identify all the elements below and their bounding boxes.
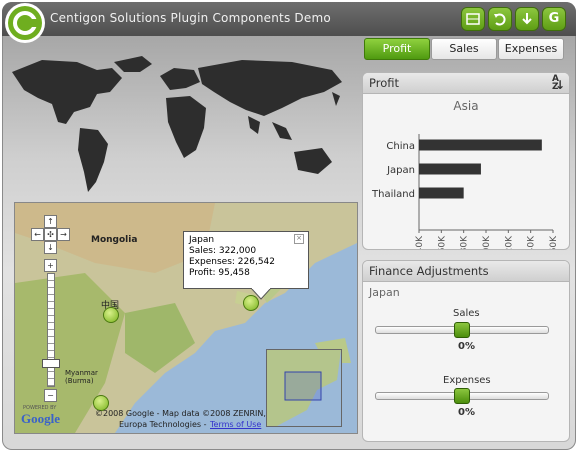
google-map[interactable]: Mongolia 中国 Myanmar (Burma) Japan Sales:… <box>14 202 358 434</box>
tab-expenses[interactable]: Expenses <box>498 38 564 60</box>
g-icon[interactable]: G <box>543 8 565 30</box>
title-bar: Centigon Solutions Plugin Components Dem… <box>2 2 576 40</box>
popup-expenses: Expenses: 226,542 <box>189 257 275 267</box>
tab-profit[interactable]: Profit <box>364 38 430 60</box>
pan-down-button[interactable]: ↓ <box>44 241 57 254</box>
app-window: Centigon Solutions Plugin Components Dem… <box>2 2 576 450</box>
popup-close-icon[interactable]: × <box>294 234 304 244</box>
bar-china <box>419 139 542 151</box>
zoom-in-button[interactable]: + <box>44 259 57 272</box>
chart-title: Asia <box>453 99 478 113</box>
x-tick-label: 40K <box>415 235 425 250</box>
expenses-slider-label: Expenses <box>443 375 491 386</box>
popup-pointer <box>251 288 271 300</box>
download-icon[interactable] <box>516 8 538 30</box>
tab-sales[interactable]: Sales <box>431 38 497 60</box>
sales-slider-label: Sales <box>453 308 480 319</box>
pan-right-button[interactable]: → <box>57 228 70 241</box>
zoom-out-button[interactable]: − <box>44 389 57 402</box>
bar-label-japan: Japan <box>386 165 415 176</box>
world-map <box>2 32 357 202</box>
map-label-mongolia: Mongolia <box>91 235 138 245</box>
x-tick-label: 60K <box>437 235 447 250</box>
sales-slider-handle[interactable] <box>454 322 470 338</box>
bar-thailand <box>419 187 464 199</box>
zoom-slider-track[interactable] <box>47 273 55 387</box>
expenses-slider-handle[interactable] <box>454 388 470 404</box>
popup-profit: Profit: 95,458 <box>189 268 250 278</box>
pan-up-button[interactable]: ↑ <box>44 215 57 228</box>
finance-adjustments-panel: Finance Adjustments Japan Sales 0% Expen… <box>362 260 570 442</box>
map-copyright-2: Europa Technologies - <box>119 420 207 429</box>
grid-icon[interactable] <box>462 8 484 30</box>
profit-panel-title: Profit <box>369 76 399 90</box>
finance-panel-title: Finance Adjustments <box>369 264 489 278</box>
map-label-myanmar: Myanmar (Burma) <box>65 369 98 385</box>
x-tick-label: 160K <box>549 235 559 250</box>
map-marker-china[interactable] <box>103 307 119 323</box>
profit-panel-header: Profit AZ ↓ <box>363 73 569 94</box>
x-tick-label: 120K <box>504 235 514 250</box>
refresh-icon[interactable] <box>489 8 511 30</box>
google-logo: Google <box>21 411 60 426</box>
finance-region-label: Japan <box>369 286 400 299</box>
x-tick-label: 80K <box>460 235 470 250</box>
popup-sales: Sales: 322,000 <box>189 246 257 256</box>
x-tick-label: 100K <box>482 235 492 250</box>
pan-left-button[interactable]: ← <box>31 228 44 241</box>
sort-arrow-icon: ↓ <box>554 78 565 92</box>
pan-center-button[interactable]: ✣ <box>44 228 57 241</box>
bar-label-china: China <box>386 141 415 152</box>
terms-of-use-link[interactable]: Terms of Use <box>210 420 261 429</box>
profit-panel: Profit AZ ↓ Asia China Japan Thailand 40K 60K… <box>362 72 570 250</box>
finance-panel-header: Finance Adjustments <box>363 261 569 282</box>
map-overview-inset[interactable] <box>266 349 342 427</box>
bar-label-thailand: Thailand <box>371 189 415 200</box>
zoom-slider-handle[interactable] <box>42 359 60 368</box>
expenses-slider-value: 0% <box>458 407 475 418</box>
x-tick-label: 140K <box>527 235 537 250</box>
map-info-popup: Japan Sales: 322,000 Expenses: 226,542 P… <box>183 231 309 289</box>
app-title: Centigon Solutions Plugin Components Dem… <box>50 11 331 25</box>
bar-japan <box>419 163 481 175</box>
sales-slider-value: 0% <box>458 341 475 352</box>
map-copyright: ©2008 Google - Map data ©2008 ZENRIN, <box>95 409 266 418</box>
popup-country: Japan <box>189 235 215 245</box>
profit-bar-chart: Asia China Japan Thailand 40K 60K 80K 100K 120K 1… <box>371 99 559 250</box>
